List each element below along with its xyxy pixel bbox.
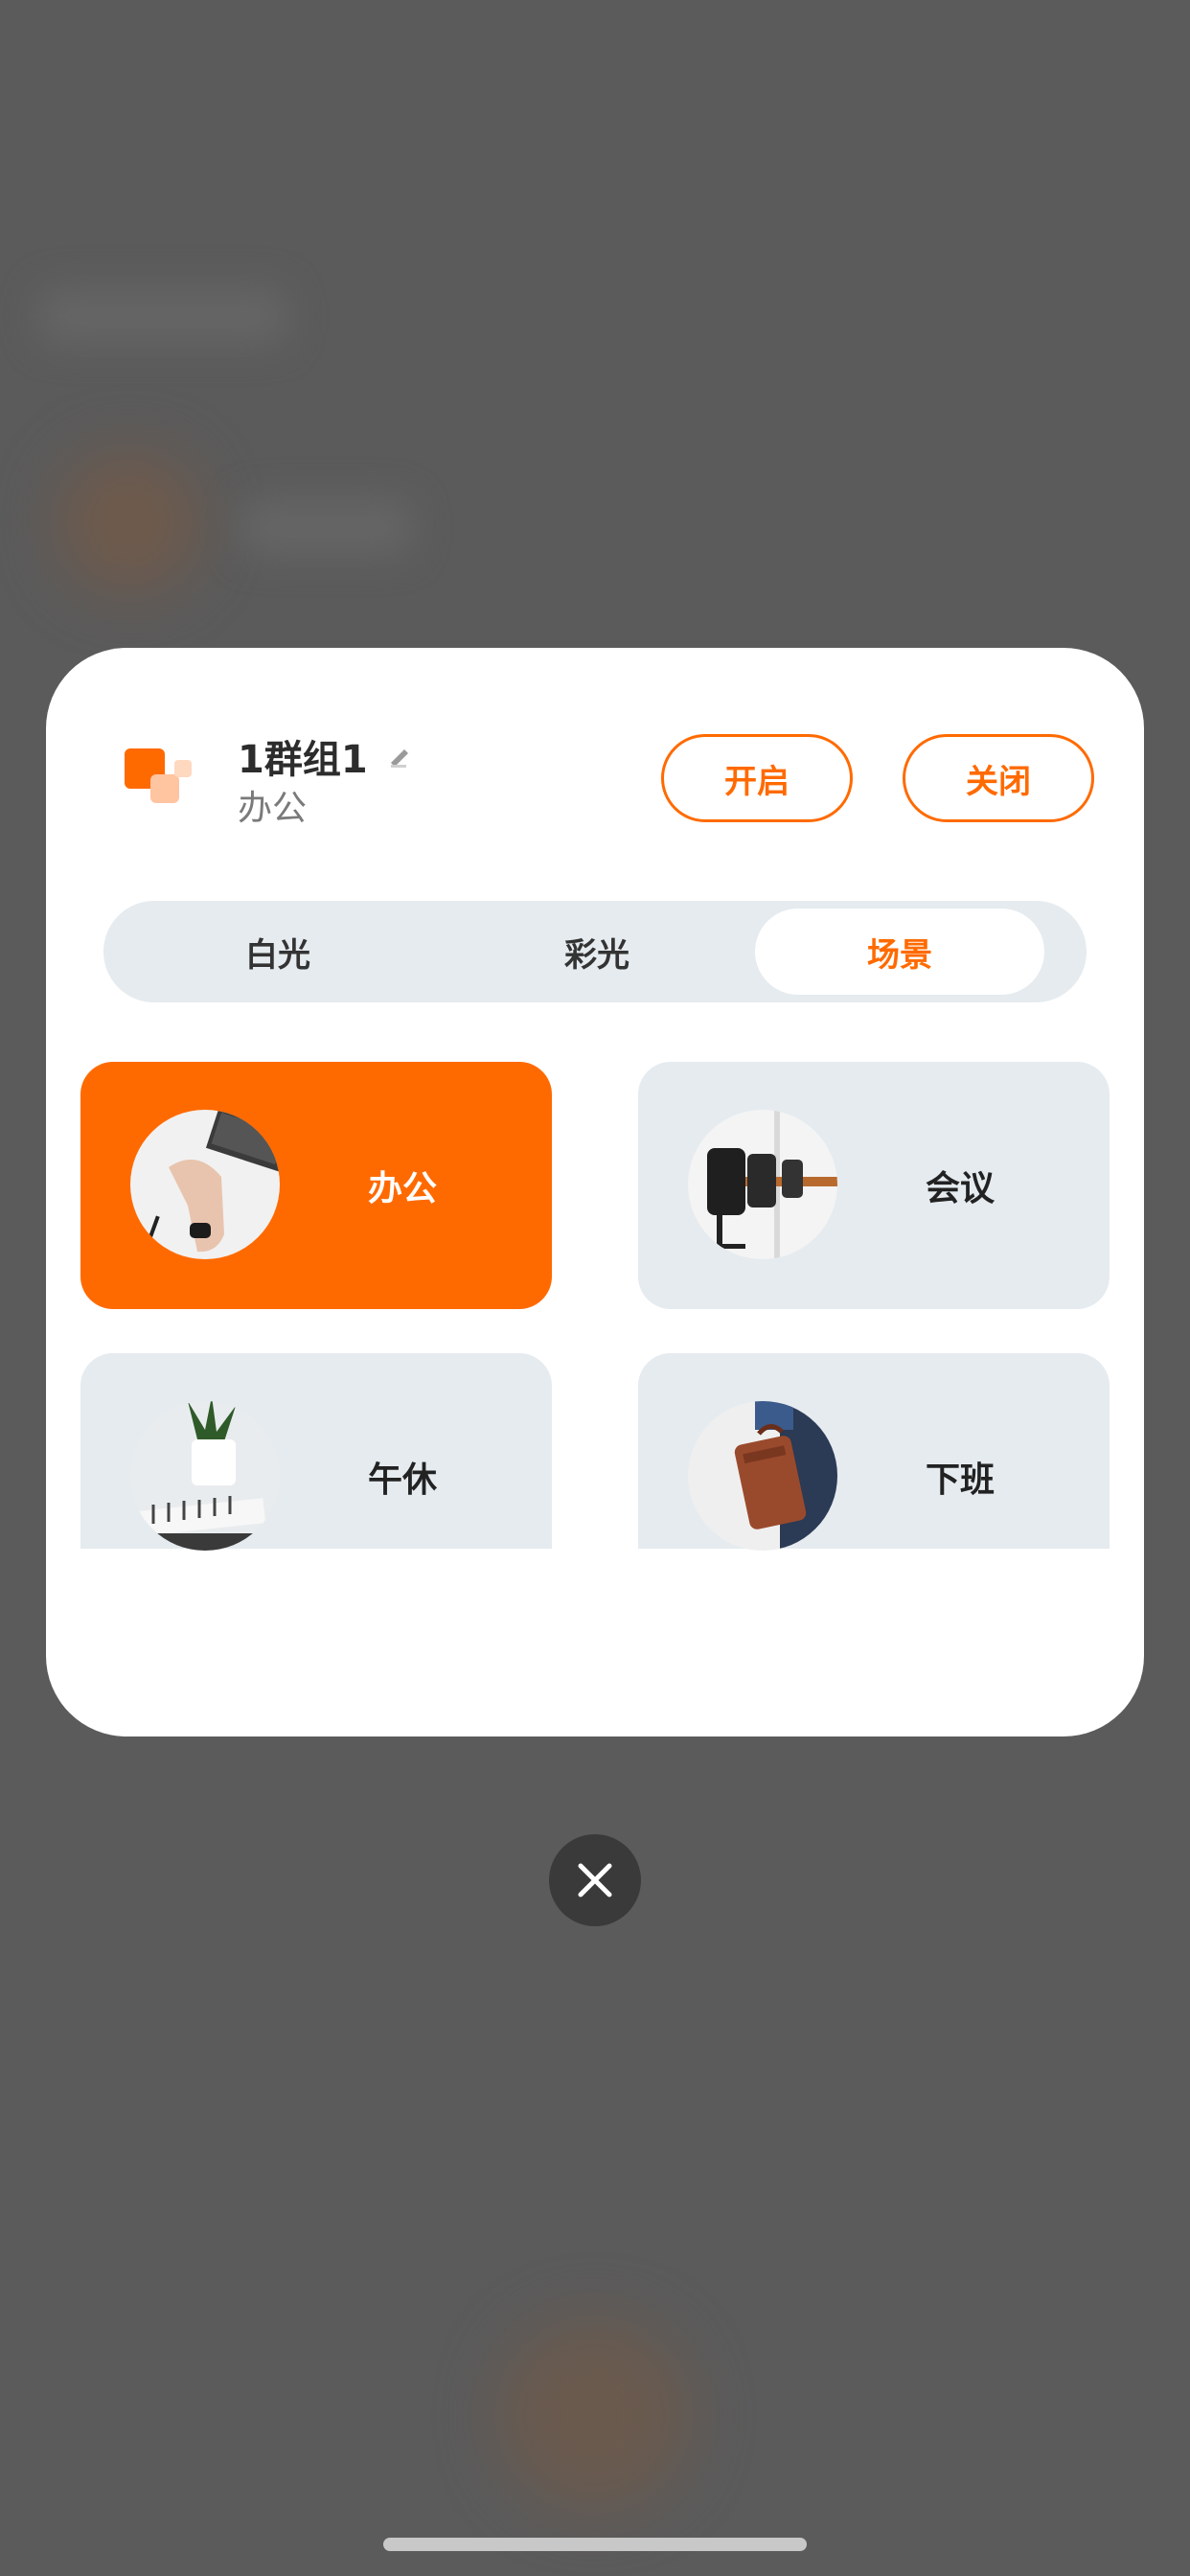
background-blur (57, 450, 201, 594)
home-indicator (383, 2538, 807, 2551)
close-icon (578, 1863, 612, 1898)
background-blur (38, 288, 287, 345)
scene-label: 办公 (368, 1169, 438, 1208)
tab-color-light[interactable]: 彩光 (452, 908, 742, 995)
tab-scene[interactable]: 场景 (755, 908, 1044, 995)
edit-icon[interactable] (387, 742, 414, 769)
scene-label: 会议 (926, 1169, 995, 1208)
scene-card-office[interactable]: 办公 (80, 1062, 552, 1309)
mode-tabs: 白光 彩光 场景 (103, 901, 1087, 1002)
meeting-room-photo (688, 1110, 837, 1259)
group-icon (125, 748, 192, 816)
background-blur (498, 2319, 690, 2511)
briefcase-photo (688, 1401, 837, 1551)
close-button[interactable] (549, 1834, 641, 1926)
background-blur (240, 498, 412, 556)
desk-plant-photo (130, 1401, 280, 1551)
group-title: 1群组1 (238, 738, 368, 782)
scene-card-meeting[interactable]: 会议 (638, 1062, 1110, 1309)
office-laptop-photo (130, 1110, 280, 1259)
scene-label: 下班 (926, 1460, 995, 1500)
scene-panel-modal: 1群组1 办公 开启 关闭 白光 彩光 场景 办公 会议 午休 下班 (46, 648, 1144, 1736)
scene-card-off-work[interactable]: 下班 (638, 1353, 1110, 1551)
scene-label: 午休 (368, 1460, 438, 1500)
scene-card-lunch-break[interactable]: 午休 (80, 1353, 552, 1551)
group-subtitle: 办公 (238, 789, 308, 828)
tab-white-light[interactable]: 白光 (133, 908, 423, 995)
turn-off-button[interactable]: 关闭 (903, 734, 1094, 822)
turn-on-button[interactable]: 开启 (661, 734, 853, 822)
